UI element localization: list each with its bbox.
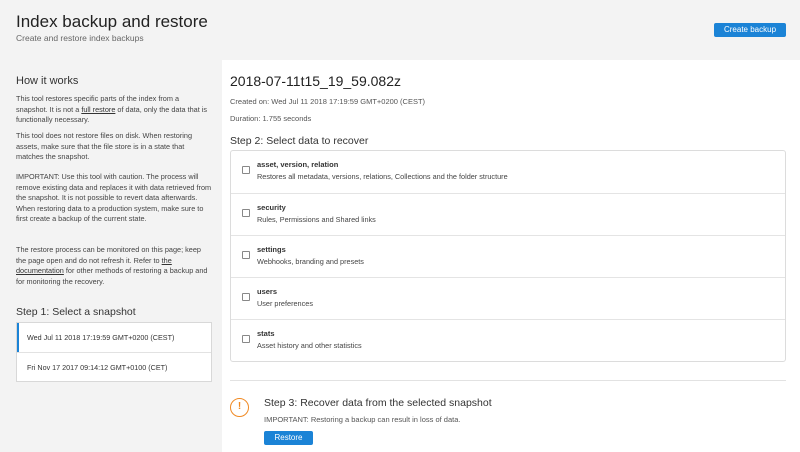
data-item-name: security (257, 203, 286, 212)
page-title: Index backup and restore (16, 12, 208, 31)
data-item-desc: Webhooks, branding and presets (257, 257, 364, 266)
important-label: IMPORTANT: (264, 415, 309, 424)
created-on: Created on: Wed Jul 11 2018 17:19:59 GMT… (230, 97, 426, 106)
step3-heading: Step 3: Recover data from the selected s… (264, 397, 492, 409)
data-item-name: settings (257, 245, 286, 254)
data-item-stats[interactable]: stats Asset history and other statistics (231, 319, 785, 361)
warning-text: Restoring a backup can result in loss of… (308, 415, 461, 424)
files-paragraph: This tool does not restore files on disk… (16, 131, 193, 162)
create-backup-button[interactable]: Create backup (714, 23, 786, 37)
data-item-users[interactable]: users User preferences (231, 277, 785, 319)
checkbox[interactable] (242, 209, 250, 217)
monitor-text-a: The restore process can be monitored on … (16, 245, 201, 265)
data-item-desc: User preferences (257, 299, 313, 308)
data-selection-list: asset, version, relation Restores all me… (230, 150, 786, 362)
full-restore-link[interactable]: full restore (81, 105, 115, 114)
data-item-asset-version-relation[interactable]: asset, version, relation Restores all me… (231, 151, 785, 193)
checkbox[interactable] (242, 293, 250, 301)
data-item-desc: Asset history and other statistics (257, 341, 362, 350)
monitor-paragraph: The restore process can be monitored on … (16, 245, 212, 287)
snapshot-list: Wed Jul 11 2018 17:19:59 GMT+0200 (CEST)… (16, 322, 212, 382)
data-item-desc: Rules, Permissions and Shared links (257, 215, 376, 224)
step3-warning: IMPORTANT: Restoring a backup can result… (264, 415, 461, 424)
data-item-security[interactable]: security Rules, Permissions and Shared l… (231, 193, 785, 235)
snapshot-item-selected[interactable]: Wed Jul 11 2018 17:19:59 GMT+0200 (CEST) (17, 323, 211, 352)
section-divider (230, 380, 786, 381)
snapshot-item[interactable]: Fri Nov 17 2017 09:14:12 GMT+0100 (CET) (17, 352, 211, 381)
warning-icon: ! (230, 398, 249, 417)
snapshot-title: 2018-07-11t15_19_59.082z (230, 73, 402, 89)
checkbox[interactable] (242, 335, 250, 343)
data-item-name: users (257, 287, 278, 296)
intro-paragraph: This tool restores specific parts of the… (16, 94, 212, 126)
duration: Duration: 1.755 seconds (230, 114, 312, 123)
data-item-desc: Restores all metadata, versions, relatio… (257, 172, 508, 181)
data-item-name: stats (257, 329, 275, 338)
page-subtitle: Create and restore index backups (16, 33, 144, 43)
data-item-name: asset, version, relation (257, 160, 339, 169)
checkbox[interactable] (242, 166, 250, 174)
step1-heading: Step 1: Select a snapshot (16, 306, 136, 318)
restore-button[interactable]: Restore (264, 431, 313, 445)
data-item-settings[interactable]: settings Webhooks, branding and presets (231, 235, 785, 277)
how-it-works-heading: How it works (16, 75, 79, 87)
checkbox[interactable] (242, 251, 250, 259)
step2-heading: Step 2: Select data to recover (230, 135, 369, 147)
important-paragraph: IMPORTANT: Use this tool with caution. T… (16, 172, 212, 224)
